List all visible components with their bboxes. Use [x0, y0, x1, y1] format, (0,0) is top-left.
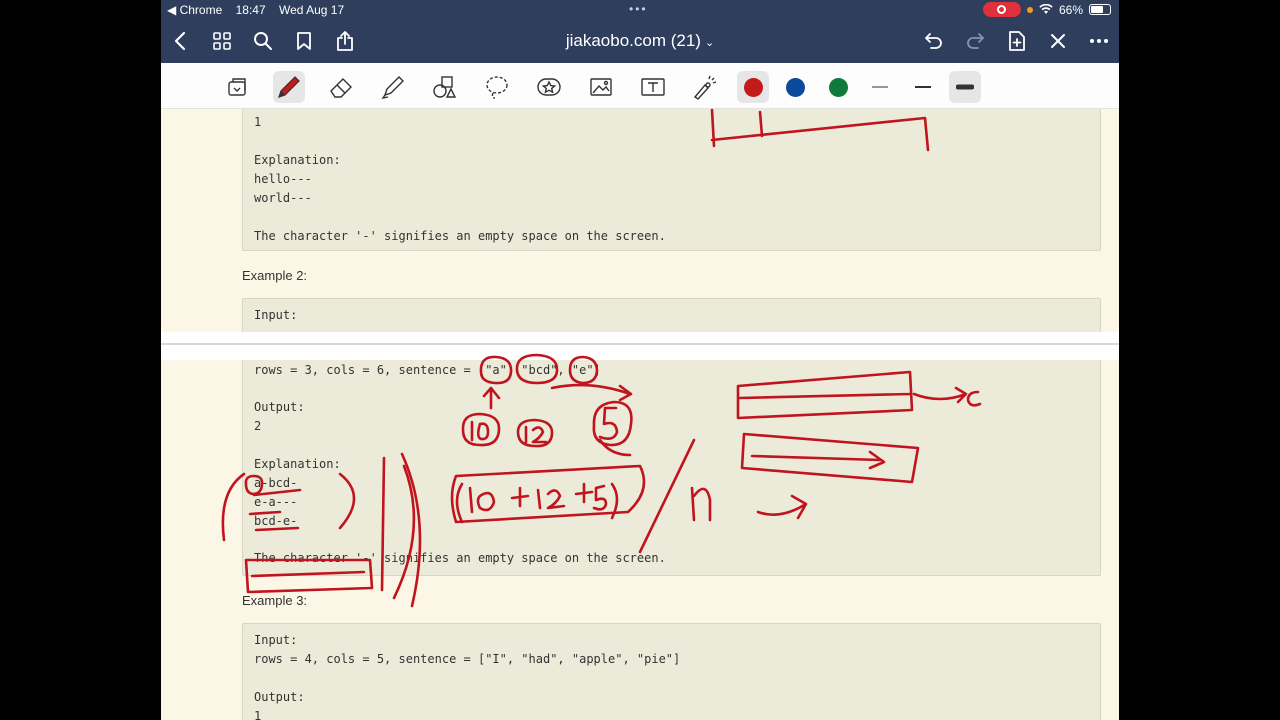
add-page-icon[interactable]	[1004, 28, 1030, 54]
undo-icon[interactable]	[921, 28, 947, 54]
document-title-text: jiakaobo.com (21)	[565, 31, 701, 50]
blue-swatch-icon	[785, 77, 805, 97]
thick-line-icon	[956, 84, 974, 90]
eraser-icon[interactable]	[325, 71, 357, 103]
redo-icon[interactable]	[962, 28, 988, 54]
image-icon[interactable]	[585, 71, 617, 103]
code-line: Output:	[254, 400, 305, 414]
stroke-width-thick[interactable]	[949, 71, 981, 103]
thin-line-icon	[872, 86, 888, 88]
status-time: 18:47	[235, 3, 266, 17]
color-swatch-red[interactable]	[737, 71, 769, 103]
red-swatch-icon	[743, 77, 763, 97]
battery-icon	[1089, 4, 1111, 15]
code-line: Explanation:	[254, 153, 341, 167]
highlighter-icon[interactable]	[377, 71, 409, 103]
code-block: rows = 3, cols = 6, sentence = ["a", "bc…	[242, 360, 1101, 576]
color-swatch-green[interactable]	[822, 71, 854, 103]
more-icon[interactable]	[1086, 28, 1112, 54]
color-swatch-blue[interactable]	[779, 71, 811, 103]
pen-icon[interactable]	[273, 71, 305, 103]
status-date: Wed Aug 17	[278, 3, 345, 17]
multitasking-dots-icon[interactable]: •••	[629, 2, 648, 16]
back-to-app-link[interactable]: ◀ Chrome	[167, 3, 222, 17]
code-line: rows = 3, cols = 6, sentence = ["a", "bc…	[254, 363, 601, 377]
shapes-icon[interactable]	[429, 71, 461, 103]
document-nav-bar: jiakaobo.com (21) ⌄	[161, 20, 1119, 63]
wifi-icon	[1039, 4, 1053, 14]
code-block: Input: rows = 4, cols = 5, sentence = ["…	[242, 623, 1101, 720]
code-line: bcd-e-	[254, 514, 298, 528]
example-heading: Example 3:	[242, 593, 308, 608]
code-line: 1	[254, 115, 262, 129]
code-block: 1 Explanation: hello--- world--- The cha…	[242, 109, 1101, 251]
stroke-width-thin[interactable]	[864, 71, 896, 103]
mic-indicator-icon	[1026, 6, 1033, 13]
document-page[interactable]: 1 Explanation: hello--- world--- The cha…	[161, 109, 1119, 332]
status-bar: ◀ Chrome 18:47 Wed Aug 17 ••• 66%	[161, 0, 1119, 20]
code-line: hello---	[254, 172, 312, 186]
screen-recording-icon[interactable]	[982, 2, 1021, 17]
code-line: The character '-' signifies an empty spa…	[254, 229, 666, 243]
text-icon[interactable]	[637, 71, 669, 103]
code-line: world---	[254, 191, 312, 205]
stickers-icon[interactable]	[533, 71, 565, 103]
page-gap	[161, 345, 1119, 360]
example-heading: Example 2:	[242, 268, 308, 283]
stroke-width-medium[interactable]	[907, 71, 939, 103]
code-line: e-a---	[254, 495, 298, 509]
medium-line-icon	[915, 86, 931, 88]
ipad-screen: ◀ Chrome 18:47 Wed Aug 17 ••• 66% jiakao…	[161, 0, 1119, 720]
lasso-icon[interactable]	[481, 71, 513, 103]
page-gap	[161, 332, 1119, 343]
battery-percent: 66%	[1058, 2, 1083, 17]
chevron-down-icon: ⌄	[704, 37, 715, 49]
document-page[interactable]: rows = 3, cols = 6, sentence = ["a", "bc…	[161, 360, 1119, 720]
code-line: a-bcd-	[254, 476, 298, 490]
drawing-toolbar	[161, 63, 1119, 109]
code-line: 2	[254, 419, 262, 433]
code-line: Explanation:	[254, 457, 341, 471]
code-line: The character '-' signifies an empty spa…	[254, 551, 666, 565]
close-icon[interactable]	[1045, 28, 1071, 54]
read-only-icon[interactable]	[221, 71, 253, 103]
green-swatch-icon	[828, 77, 848, 97]
code-line: Input:	[254, 308, 298, 322]
laser-pointer-icon[interactable]	[689, 71, 721, 103]
code-line: rows = 4, cols = 5, sentence = ["I", "ha…	[254, 652, 681, 666]
code-line: Input:	[254, 633, 298, 647]
code-line: Output:	[254, 690, 305, 704]
code-block: Input:	[242, 298, 1101, 332]
code-line: 1	[254, 709, 262, 720]
